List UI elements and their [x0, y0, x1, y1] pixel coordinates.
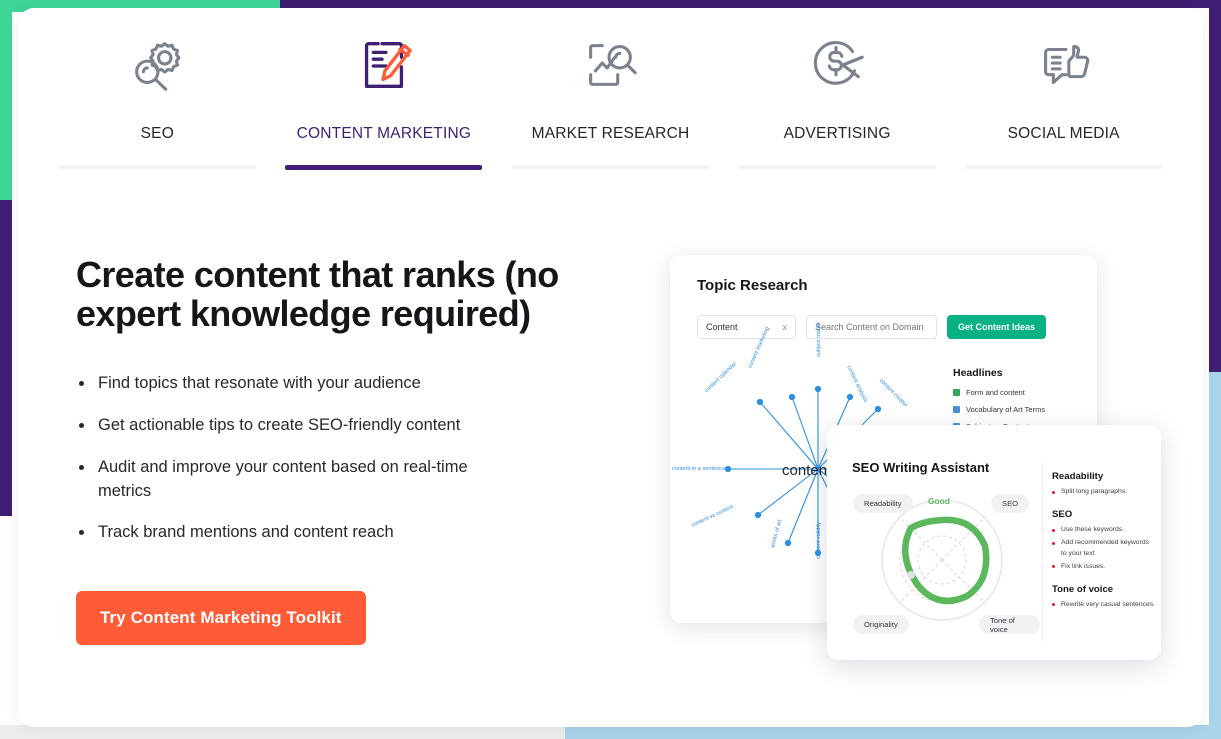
mindmap-branch-label: content in a sentence [672, 466, 726, 472]
headlines-title: Headlines [953, 367, 1003, 379]
headline-label: Vocabulary of Art Terms [966, 405, 1046, 414]
tab-underline [511, 165, 709, 169]
radar-axis-readability: Readability [853, 494, 913, 513]
topic-research-title: Topic Research [697, 277, 808, 294]
tab-social-media[interactable]: SOCIAL MEDIA [950, 32, 1177, 170]
decor-band-grey-bottom [0, 725, 565, 739]
page-title: Create content that ranks (no expert kno… [76, 254, 559, 334]
recommendation-heading: Tone of voice [1052, 583, 1114, 595]
tab-content-marketing[interactable]: CONTENT MARKETING [271, 32, 498, 170]
recommendation-item: Split long paragraphs. [1052, 487, 1156, 497]
tab-underline [285, 165, 483, 170]
radar-axis-tone-of-voice: Tone of voice [979, 615, 1040, 634]
tab-underline [738, 165, 936, 169]
domain-search-input[interactable] [806, 315, 937, 339]
headline-status-icon [953, 389, 960, 396]
recommendations-panel: Readability Split long paragraphs. SEO U… [1052, 471, 1156, 622]
get-content-ideas-button[interactable]: Get Content Ideas [947, 315, 1047, 339]
tab-label: SEO [140, 125, 174, 142]
tab-market-research[interactable]: MARKET RESEARCH [497, 32, 724, 170]
tab-label: ADVERTISING [783, 125, 891, 142]
seo-writing-assistant-title: SEO Writing Assistant [852, 460, 990, 475]
topic-research-controls: Content x Get Content Ideas [697, 315, 1047, 339]
seo-writing-assistant-card: SEO Writing Assistant Readability SEO To… [827, 425, 1161, 660]
tab-label: SOCIAL MEDIA [1007, 125, 1120, 142]
list-item[interactable]: Vocabulary of Art Terms [953, 405, 1083, 414]
content-document-pen-icon [353, 32, 415, 98]
recommendation-group-tone: Tone of voice Rewrite very casual senten… [1052, 584, 1156, 610]
list-item[interactable]: Form and content [953, 388, 1083, 397]
recommendation-item: Use these keywords. [1052, 525, 1156, 535]
list-item: Get actionable tips to create SEO-friend… [76, 414, 506, 438]
try-content-marketing-toolkit-button[interactable]: Try Content Marketing Toolkit [76, 591, 366, 646]
decor-band-purple-left [0, 200, 12, 516]
keyword-chip[interactable]: Content x [697, 315, 796, 339]
recommendation-heading: Readability [1052, 471, 1104, 482]
content-score-radar-chart: Readability SEO Tone of voice Originalit… [845, 480, 1040, 640]
chart-magnifier-icon [579, 32, 641, 98]
list-item: Find topics that resonate with your audi… [76, 372, 506, 396]
headline-status-icon [953, 406, 960, 413]
chat-thumbs-up-icon [1033, 32, 1095, 98]
headline-label: Form and content [966, 388, 1025, 397]
radar-axis-originality: Originality [853, 615, 909, 634]
recommendation-group-seo: SEO Use these keywords. Add recommended … [1052, 509, 1156, 572]
hero-benefit-list: Find topics that resonate with your audi… [76, 372, 576, 546]
seo-gear-magnifier-icon [126, 32, 188, 98]
main-panel: SEO CONTENT MARKETING MARKET RESEARCH AD… [18, 8, 1203, 727]
decor-band-green-left [0, 0, 12, 200]
page-root: SEO CONTENT MARKETING MARKET RESEARCH AD… [0, 0, 1221, 739]
recommendation-item: Rewrite very casual sentences. [1052, 600, 1156, 610]
tab-seo[interactable]: SEO [44, 32, 271, 170]
mindmap-center-label: content [782, 462, 832, 479]
status-badge: Good [928, 496, 950, 506]
tab-underline [965, 165, 1163, 169]
dollar-target-cursor-icon [806, 32, 868, 98]
recommendation-group-readability: Readability Split long paragraphs. [1052, 471, 1156, 497]
mindmap-branch-label: subject matter [816, 321, 822, 357]
decor-band-purple-top [280, 0, 1221, 8]
divider [1042, 459, 1043, 641]
tab-advertising[interactable]: ADVERTISING [724, 32, 951, 170]
close-icon[interactable]: x [783, 322, 788, 332]
recommendation-item: Add recommended keywords to your text [1052, 538, 1156, 558]
toolkit-tabs: SEO CONTENT MARKETING MARKET RESEARCH AD… [18, 32, 1203, 170]
recommendation-heading: SEO [1052, 509, 1073, 521]
tab-label: MARKET RESEARCH [531, 125, 690, 142]
decor-band-purple-right [1209, 0, 1221, 372]
tab-label: CONTENT MARKETING [296, 125, 472, 142]
decor-band-blue-right [1209, 372, 1221, 739]
recommendation-item: Fix link issues. [1052, 562, 1156, 572]
list-item: Track brand mentions and content reach [76, 521, 506, 545]
decor-band-blue-bottom [565, 725, 1221, 739]
keyword-chip-label: Content [706, 322, 738, 332]
mindmap-branch-label: content validity [816, 521, 822, 559]
hero-copy: Create content that ranks (no expert kno… [76, 254, 576, 646]
tab-underline [58, 165, 256, 169]
radar-axis-seo: SEO [991, 494, 1030, 513]
list-item: Audit and improve your content based on … [76, 456, 506, 504]
